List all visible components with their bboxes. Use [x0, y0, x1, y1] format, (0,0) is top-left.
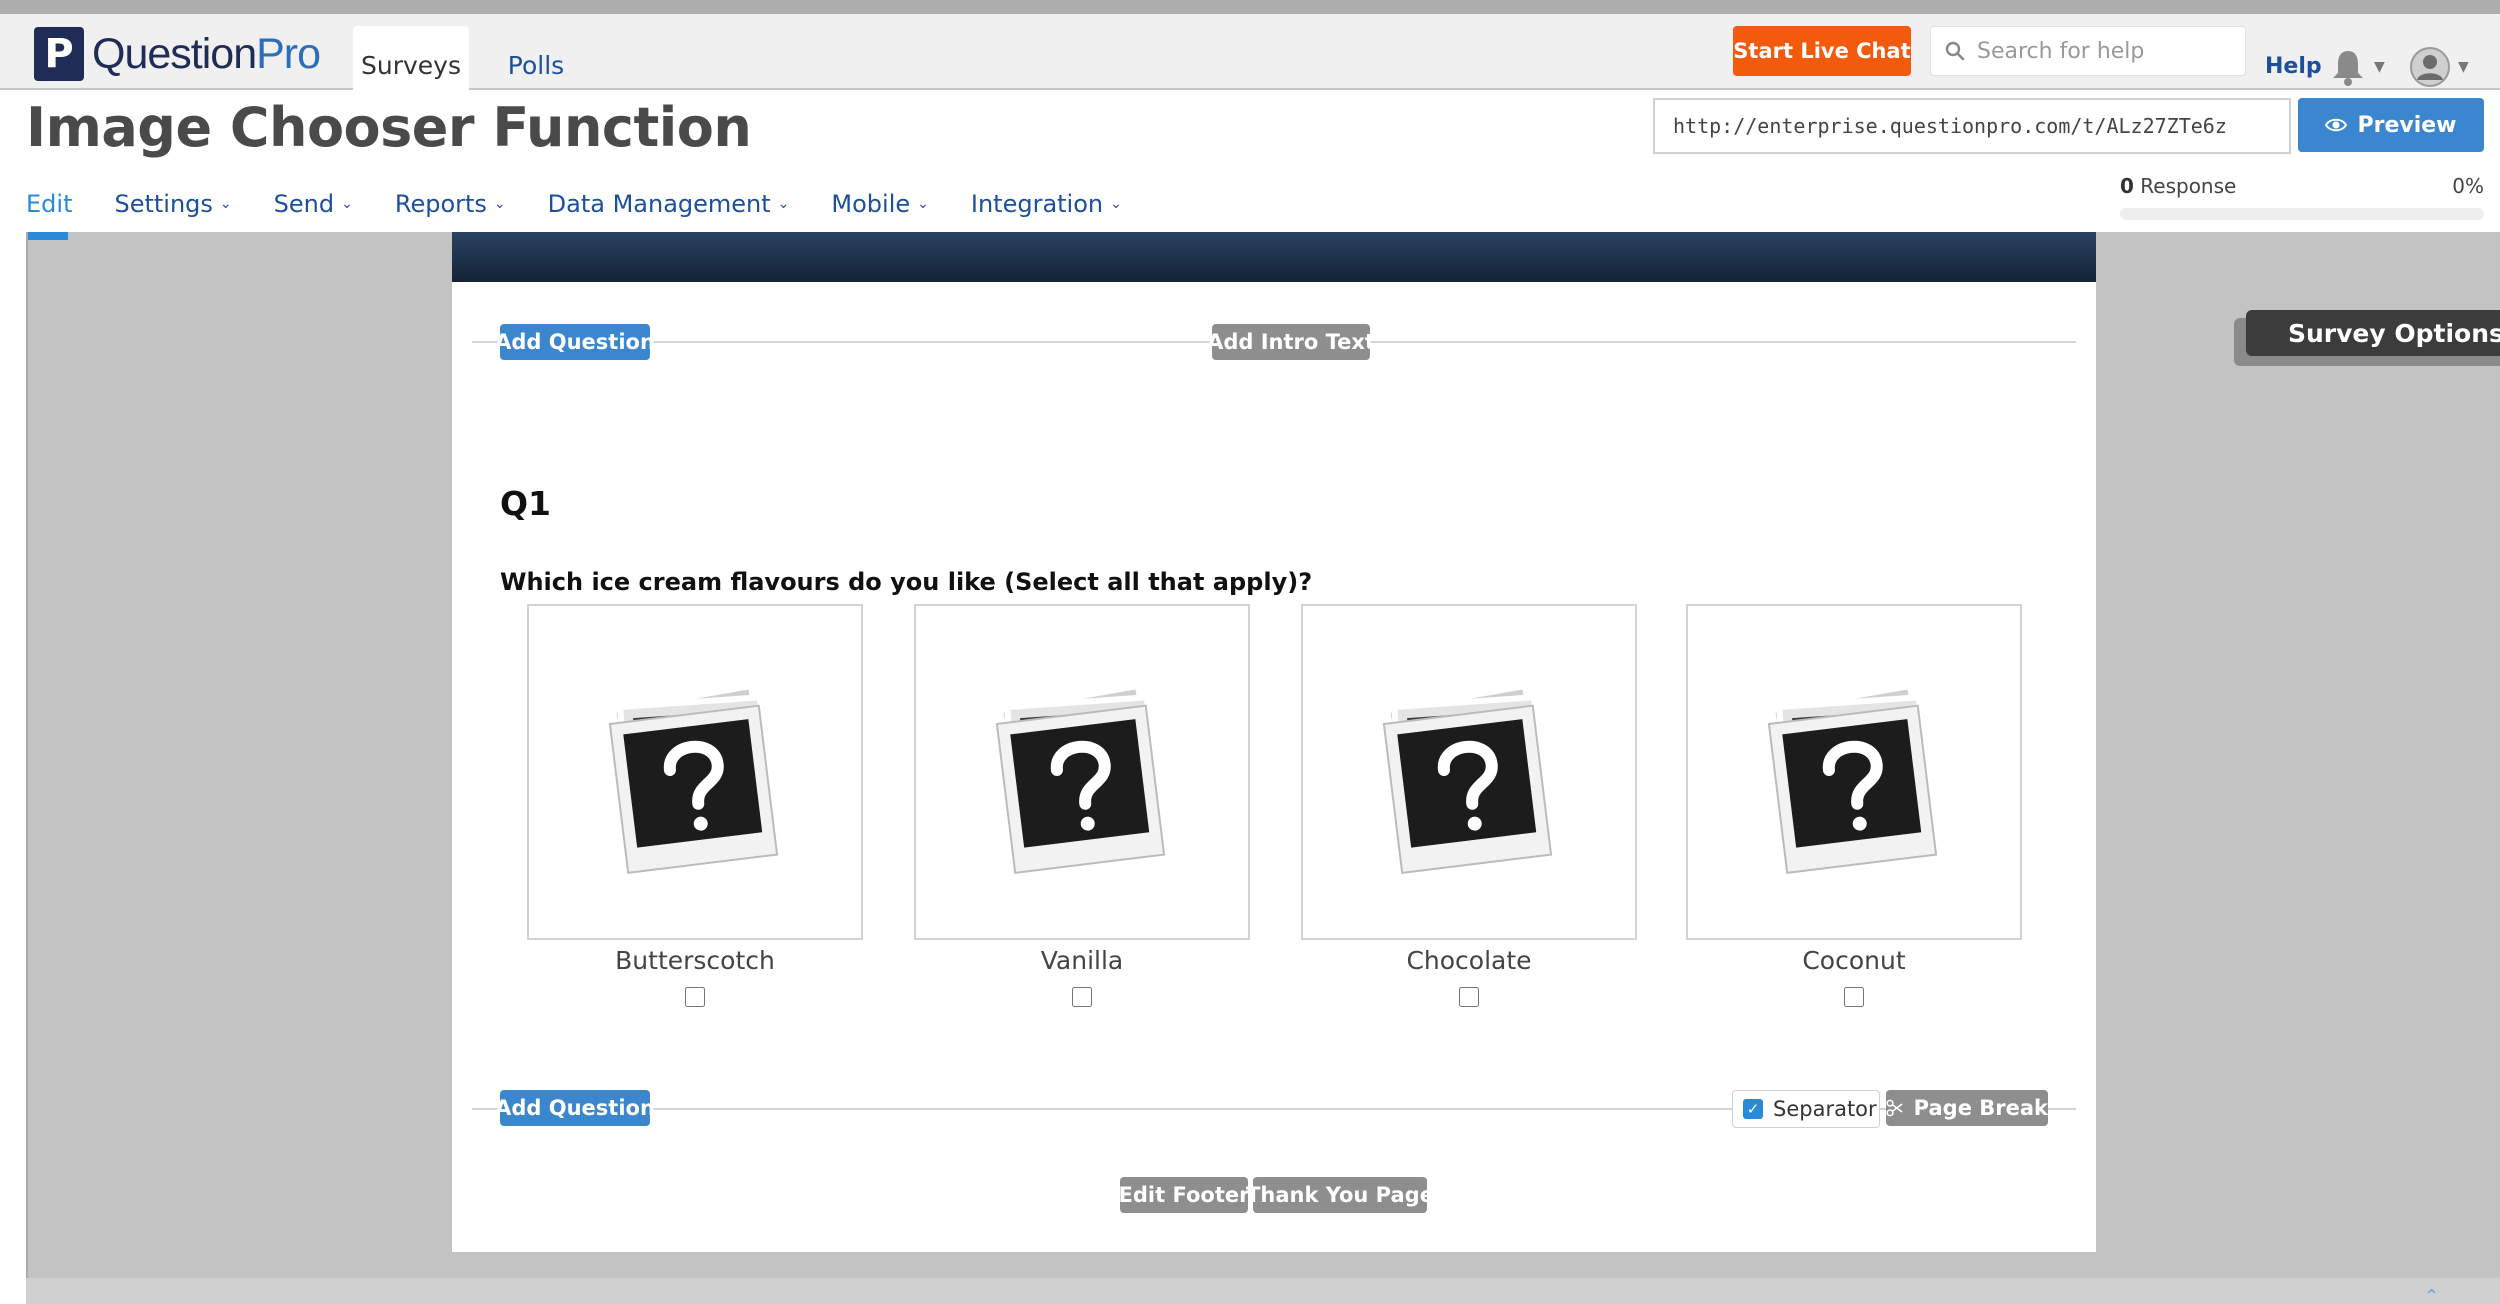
choice-checkbox[interactable]: [1459, 987, 1479, 1007]
page-title: Image Chooser Function: [26, 96, 752, 159]
logo-text-pro: Pro: [256, 29, 321, 78]
chevron-down-icon: ⌄: [219, 196, 232, 212]
nav-edit-label: Edit: [26, 190, 73, 218]
question-text[interactable]: Which ice cream flavours do you like (Se…: [500, 568, 1312, 596]
missing-image-icon: [995, 682, 1166, 874]
preview-label: Preview: [2357, 112, 2457, 138]
survey-options-tab[interactable]: Survey Options: [2246, 310, 2500, 356]
response-percent: 0%: [2452, 174, 2484, 198]
preview-button[interactable]: Preview: [2298, 98, 2484, 152]
response-summary: 0 Response 0%: [2120, 174, 2484, 220]
tab-surveys[interactable]: Surveys: [353, 26, 469, 104]
add-question-button-bottom[interactable]: Add Question: [495, 1090, 655, 1126]
start-live-chat-button[interactable]: Start Live Chat: [1733, 26, 1911, 76]
nav-mobile[interactable]: Mobile ⌄: [831, 190, 928, 218]
nav-send[interactable]: Send ⌄: [274, 190, 353, 218]
choice-image-frame[interactable]: [527, 604, 863, 940]
choice-label: Chocolate: [1406, 946, 1532, 975]
missing-image-icon: [1382, 682, 1553, 874]
questionpro-logo[interactable]: P QuestionPro: [34, 26, 321, 82]
separator-toggle[interactable]: ✓ Separator: [1732, 1090, 1880, 1128]
image-choice[interactable]: Chocolate: [1301, 604, 1637, 1007]
add-intro-text-button[interactable]: Add Intro Text: [1207, 324, 1375, 360]
scroll-up-icon[interactable]: ⌃: [2424, 1286, 2439, 1304]
image-choice[interactable]: Butterscotch: [527, 604, 863, 1007]
help-search-box[interactable]: [1930, 26, 2246, 76]
nav-integration[interactable]: Integration ⌄: [971, 190, 1122, 218]
page-break-label: Page Break: [1913, 1096, 2048, 1120]
response-count: 0: [2120, 174, 2134, 198]
survey-sub-nav: Edit Settings ⌄ Send ⌄ Reports ⌄ Data Manag…: [0, 176, 2100, 232]
survey-options-label: Survey Options: [2288, 318, 2500, 348]
nav-reports-label: Reports: [394, 190, 487, 218]
nav-settings[interactable]: Settings ⌄: [114, 190, 231, 218]
checkmark-icon: ✓: [1743, 1099, 1763, 1119]
canvas-left-border: [26, 232, 28, 1304]
choice-checkbox[interactable]: [1072, 987, 1092, 1007]
missing-image-icon: [1767, 682, 1938, 874]
survey-url-field[interactable]: http://enterprise.questionpro.com/t/ALz2…: [1653, 98, 2291, 154]
eye-icon: [2325, 118, 2348, 132]
chevron-down-icon: ⌄: [917, 196, 929, 212]
help-link[interactable]: Help: [2265, 54, 2322, 79]
choice-image-frame[interactable]: [914, 604, 1250, 940]
image-choice[interactable]: Vanilla: [914, 604, 1250, 1007]
question-number: Q1: [500, 484, 552, 523]
notifications-menu[interactable]: ▼: [2330, 44, 2390, 90]
nav-send-label: Send: [273, 190, 335, 218]
choice-image-frame[interactable]: [1301, 604, 1637, 940]
image-choice[interactable]: Coconut: [1686, 604, 2022, 1007]
chevron-down-icon: ▼: [2374, 59, 2385, 75]
thank-you-page-button[interactable]: Thank You Page: [1246, 1177, 1434, 1213]
response-count-line: 0 Response: [2120, 174, 2236, 198]
active-tab-indicator: [26, 232, 68, 240]
survey-page: Add Question Add Intro Text Q1 Which ice…: [452, 232, 2096, 1252]
nav-mobile-label: Mobile: [831, 190, 911, 218]
nav-data-management[interactable]: Data Management ⌄: [548, 190, 790, 218]
user-avatar-icon: [2410, 47, 2450, 87]
response-label: Response: [2140, 174, 2237, 198]
nav-reports[interactable]: Reports ⌄: [395, 190, 506, 218]
user-menu[interactable]: ▼: [2410, 44, 2480, 90]
choice-label: Coconut: [1802, 946, 1906, 975]
chevron-down-icon: ⌄: [1110, 196, 1122, 212]
choice-label: Vanilla: [1040, 946, 1124, 975]
missing-image-icon: [608, 682, 779, 874]
survey-header-banner: [452, 232, 2096, 282]
chevron-down-icon: ⌄: [341, 196, 353, 212]
scissors-icon: [1886, 1099, 1903, 1117]
separator-label: Separator: [1773, 1097, 1877, 1121]
search-input[interactable]: [1977, 38, 2227, 64]
logo-mark: P: [34, 27, 84, 81]
logo-text-question: Question: [92, 29, 257, 78]
nav-settings-label: Settings: [114, 190, 213, 218]
edit-footer-button[interactable]: Edit Footer: [1119, 1177, 1249, 1213]
top-bar: P QuestionPro Surveys Polls Start Live C…: [0, 0, 2500, 104]
page-break-button[interactable]: Page Break: [1886, 1090, 2048, 1126]
logo-wordmark: QuestionPro: [92, 29, 321, 79]
response-progress-bar: [2120, 208, 2484, 220]
chevron-down-icon: ▼: [2458, 59, 2469, 75]
nav-integration-label: Integration: [970, 190, 1104, 218]
choice-checkbox[interactable]: [685, 987, 705, 1007]
search-icon: [1945, 41, 1965, 61]
canvas-bottom-strip: [26, 1278, 2500, 1304]
tab-polls[interactable]: Polls: [490, 26, 582, 104]
nav-edit[interactable]: Edit: [26, 190, 72, 218]
chevron-down-icon: ⌄: [777, 196, 790, 212]
choice-label: Butterscotch: [615, 946, 775, 975]
nav-data-management-label: Data Management: [547, 190, 771, 218]
add-question-button-top[interactable]: Add Question: [495, 324, 655, 360]
choice-checkbox[interactable]: [1844, 987, 1864, 1007]
chevron-down-icon: ⌄: [493, 196, 506, 212]
bell-icon: [2333, 51, 2363, 86]
choice-image-frame[interactable]: [1686, 604, 2022, 940]
